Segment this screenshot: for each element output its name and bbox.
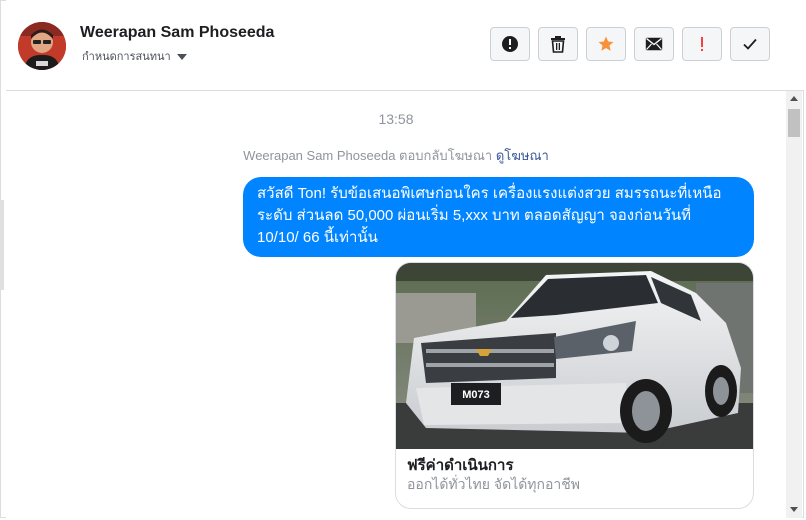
trash-icon: [551, 36, 565, 53]
check-icon: [743, 38, 757, 50]
view-ad-link[interactable]: ดูโฆษณา: [496, 148, 549, 163]
avatar-image: [18, 22, 66, 70]
ad-card-subtitle: ออกได้ทั่วไทย จัดได้ทุกอาชีพ: [407, 476, 581, 492]
license-plate: M073: [462, 389, 490, 401]
envelope-icon: [645, 37, 663, 51]
ad-reply-notice: Weerapan Sam Phoseeda ตอบกลับโฆษณา ดูโฆษ…: [6, 145, 786, 166]
conversation-header: Weerapan Sam Phoseeda กำหนดการสนทนา: [6, 0, 804, 91]
ad-reply-text: Weerapan Sam Phoseeda ตอบกลับโฆษณา: [243, 148, 493, 163]
avatar[interactable]: [18, 22, 66, 70]
message-timestamp: 13:58: [378, 111, 414, 127]
star-icon: [598, 36, 614, 51]
scroll-down-arrow-icon[interactable]: [790, 507, 798, 512]
message-line: ระดับ ส่วนลด 50,000 ผ่อนเริ่ม 5,xxx บาท …: [257, 207, 692, 224]
conversation-schedule-dropdown[interactable]: กำหนดการสนทนา: [82, 47, 187, 65]
report-button[interactable]: [490, 27, 530, 61]
mark-unread-button[interactable]: [634, 27, 674, 61]
thread-scrollbar[interactable]: [786, 91, 802, 518]
ad-card[interactable]: M073 ฟรีค่าดำเนินการ ออกได้ทั่วไทย จัดได…: [395, 262, 754, 509]
conversation-schedule-label: กำหนดการสนทนา: [82, 51, 171, 63]
scroll-up-arrow-icon[interactable]: [790, 96, 798, 101]
conversation-thread: 13:58 Weerapan Sam Phoseeda ตอบกลับโฆษณา…: [6, 91, 786, 518]
flag-spam-button[interactable]: [682, 27, 722, 61]
left-edge-strip: [0, 200, 4, 290]
mark-done-button[interactable]: [730, 27, 770, 61]
scrollbar-thumb[interactable]: [788, 109, 800, 137]
message-bubble: สวัสดี Ton! รับข้อเสนอพิเศษก่อนใคร เครื่…: [243, 177, 754, 257]
message-line: สวัสดี Ton! รับข้อเสนอพิเศษก่อนใคร เครื่…: [257, 185, 722, 202]
star-button[interactable]: [586, 27, 626, 61]
exclamation-icon: [701, 37, 703, 51]
ad-truck-image: M073: [396, 263, 753, 449]
contact-name[interactable]: Weerapan Sam Phoseeda: [80, 24, 274, 42]
message-line: 10/10/ 66 นี้เท่านั้น: [257, 229, 378, 246]
caret-down-icon: [176, 53, 187, 60]
alert-circle-icon: [502, 36, 518, 52]
delete-button[interactable]: [538, 27, 578, 61]
header-toolbar: [490, 27, 770, 61]
